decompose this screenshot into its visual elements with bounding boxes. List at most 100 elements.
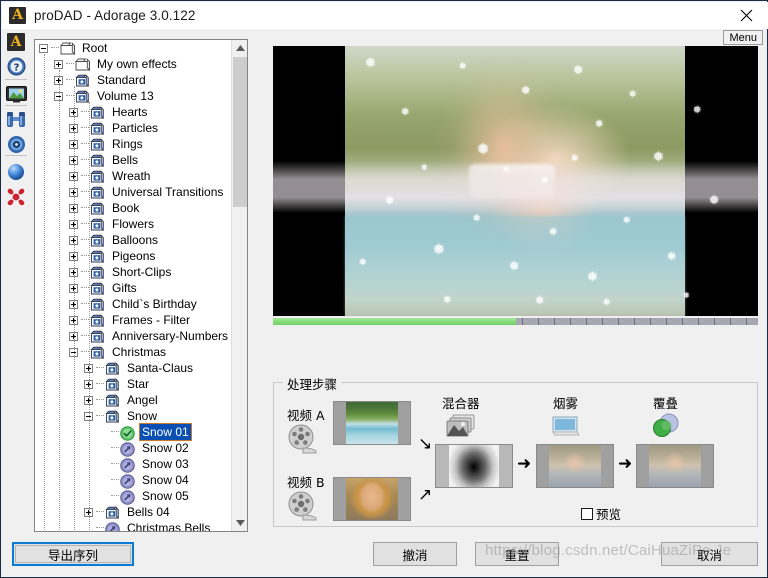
close-icon[interactable] (724, 2, 768, 29)
tree-connector (81, 255, 89, 257)
video-b-thumbnail[interactable] (333, 477, 411, 521)
scrollbar-thumb[interactable] (233, 57, 247, 207)
video-a-thumbnail[interactable] (333, 401, 411, 445)
monitor-image-icon[interactable] (5, 83, 27, 105)
preview-checkbox[interactable]: 预览 (581, 504, 621, 523)
tree-item[interactable]: Balloons (35, 232, 231, 248)
processing-steps-legend: 处理步骤 (283, 374, 341, 393)
tree-item[interactable]: Rings (35, 136, 231, 152)
tree-connector (96, 415, 104, 417)
tree-connector (111, 431, 119, 433)
tree-connector (51, 47, 59, 49)
chevron-up-icon[interactable] (232, 40, 248, 56)
title-bar: proDAD - Adorage 3.0.122 (2, 2, 768, 29)
folder-effect-icon (90, 298, 106, 311)
tree-item[interactable]: Wreath (35, 168, 231, 184)
tree-item[interactable]: Star (35, 376, 231, 392)
undo-button[interactable]: 撤消 (373, 542, 457, 566)
tree-connector (66, 63, 74, 65)
tree-item[interactable]: Bells (35, 152, 231, 168)
tree-item[interactable]: Universal Transitions (35, 184, 231, 200)
tree-item-label: Snow (125, 408, 159, 424)
tree-connector (96, 511, 104, 513)
tree-item[interactable]: Flowers (35, 216, 231, 232)
folder-effect-icon (90, 186, 106, 199)
effect-icon (120, 442, 136, 455)
folder-effect-icon (90, 330, 106, 343)
tree-item[interactable]: Anniversary-Numbers (35, 328, 231, 344)
tree-item[interactable]: Gifts (35, 280, 231, 296)
tree-connector (96, 399, 104, 401)
effect-icon (120, 458, 136, 471)
chevron-down-icon[interactable] (232, 515, 248, 531)
binoculars-icon[interactable] (5, 109, 27, 131)
folder-plain-icon (60, 42, 76, 55)
export-sequence-button[interactable]: 导出序列 (12, 542, 134, 566)
tree-item[interactable]: Volume 13 (35, 88, 231, 104)
tree-connector (81, 287, 89, 289)
checkbox-box[interactable] (581, 508, 593, 520)
tree-item[interactable]: Snow 05 (35, 488, 231, 504)
overlay-thumbnail[interactable] (636, 444, 714, 488)
tree-item-label: Bells (110, 152, 140, 168)
tree-item[interactable]: Frames - Filter (35, 312, 231, 328)
tree-item[interactable]: Pigeons (35, 248, 231, 264)
folder-effect-icon (105, 362, 121, 375)
effect-icon (105, 522, 121, 532)
blue-sphere-icon[interactable] (5, 161, 27, 183)
tree-item[interactable]: Child`s Birthday (35, 296, 231, 312)
tree-item[interactable]: Snow 02 (35, 440, 231, 456)
folder-effect-icon (75, 90, 91, 103)
effect-icon (120, 490, 136, 503)
arrow-mixer-to-smoke: ➜ (517, 456, 531, 473)
effect-active-icon (120, 426, 136, 439)
menu-button[interactable]: Menu (723, 30, 763, 45)
tree-item[interactable]: Standard (35, 72, 231, 88)
smoke-thumbnail[interactable] (536, 444, 614, 488)
tree-item-label: Root (80, 40, 109, 56)
settings-target-icon[interactable] (5, 133, 27, 155)
preview-progress-bar[interactable] (273, 318, 758, 325)
tree-item-label: Child`s Birthday (110, 296, 199, 312)
tree-item-label: Pigeons (110, 248, 157, 264)
tree-item[interactable]: Snow 03 (35, 456, 231, 472)
app-window: proDAD - Adorage 3.0.122 Menu ? (0, 0, 768, 578)
prodad-logo-icon[interactable] (5, 31, 27, 53)
tree-item[interactable]: Book (35, 200, 231, 216)
tree-item[interactable]: Snow 01 (35, 424, 231, 440)
help-icon[interactable]: ? (5, 55, 27, 77)
tree-item-label: Standard (95, 72, 148, 88)
tree-guide-line (44, 54, 46, 531)
collapse-icon[interactable] (39, 44, 48, 53)
left-toolbar: ? (2, 29, 31, 576)
tree-item[interactable]: Particles (35, 120, 231, 136)
tree-item[interactable]: Root (35, 40, 231, 56)
tree-item[interactable]: Santa-Claus (35, 360, 231, 376)
tree-item[interactable]: Snow 04 (35, 472, 231, 488)
tree-connector (81, 191, 89, 193)
mixer-thumbnail[interactable] (435, 444, 513, 488)
tree-item[interactable]: Snow (35, 408, 231, 424)
preview-video[interactable]: ❅❅❅❅❅❅❅❅❅❅❅❅❅❅❅❅❅❅❅❅❅❅❅❅❅❅❅❅ (273, 46, 758, 316)
tree-item[interactable]: Christmas (35, 344, 231, 360)
tree-item[interactable]: Short-Clips (35, 264, 231, 280)
tree-item-label: Christmas Bells (125, 520, 212, 531)
tree-item[interactable]: Bells 04 (35, 504, 231, 520)
tree-connector (81, 159, 89, 161)
tree-vertical-scrollbar[interactable] (231, 40, 247, 531)
red-cross-icon[interactable] (5, 186, 27, 208)
film-reel-icon-b (286, 491, 320, 524)
effects-tree-panel[interactable]: RootMy own effectsStandardVolume 13Heart… (34, 39, 248, 532)
tree-item[interactable]: My own effects (35, 56, 231, 72)
tree-item-label: Universal Transitions (110, 184, 225, 200)
tree-item[interactable]: Hearts (35, 104, 231, 120)
expand-icon[interactable] (54, 60, 63, 69)
tree-connector (81, 351, 89, 353)
tree-item[interactable]: Christmas Bells (35, 520, 231, 531)
reset-button[interactable]: 重置 (475, 542, 559, 566)
folder-effect-icon (90, 346, 106, 359)
cancel-button[interactable]: 取消 (661, 542, 758, 566)
tree-item[interactable]: Angel (35, 392, 231, 408)
tree-item-label: Volume 13 (95, 88, 156, 104)
folder-effect-icon (75, 74, 91, 87)
